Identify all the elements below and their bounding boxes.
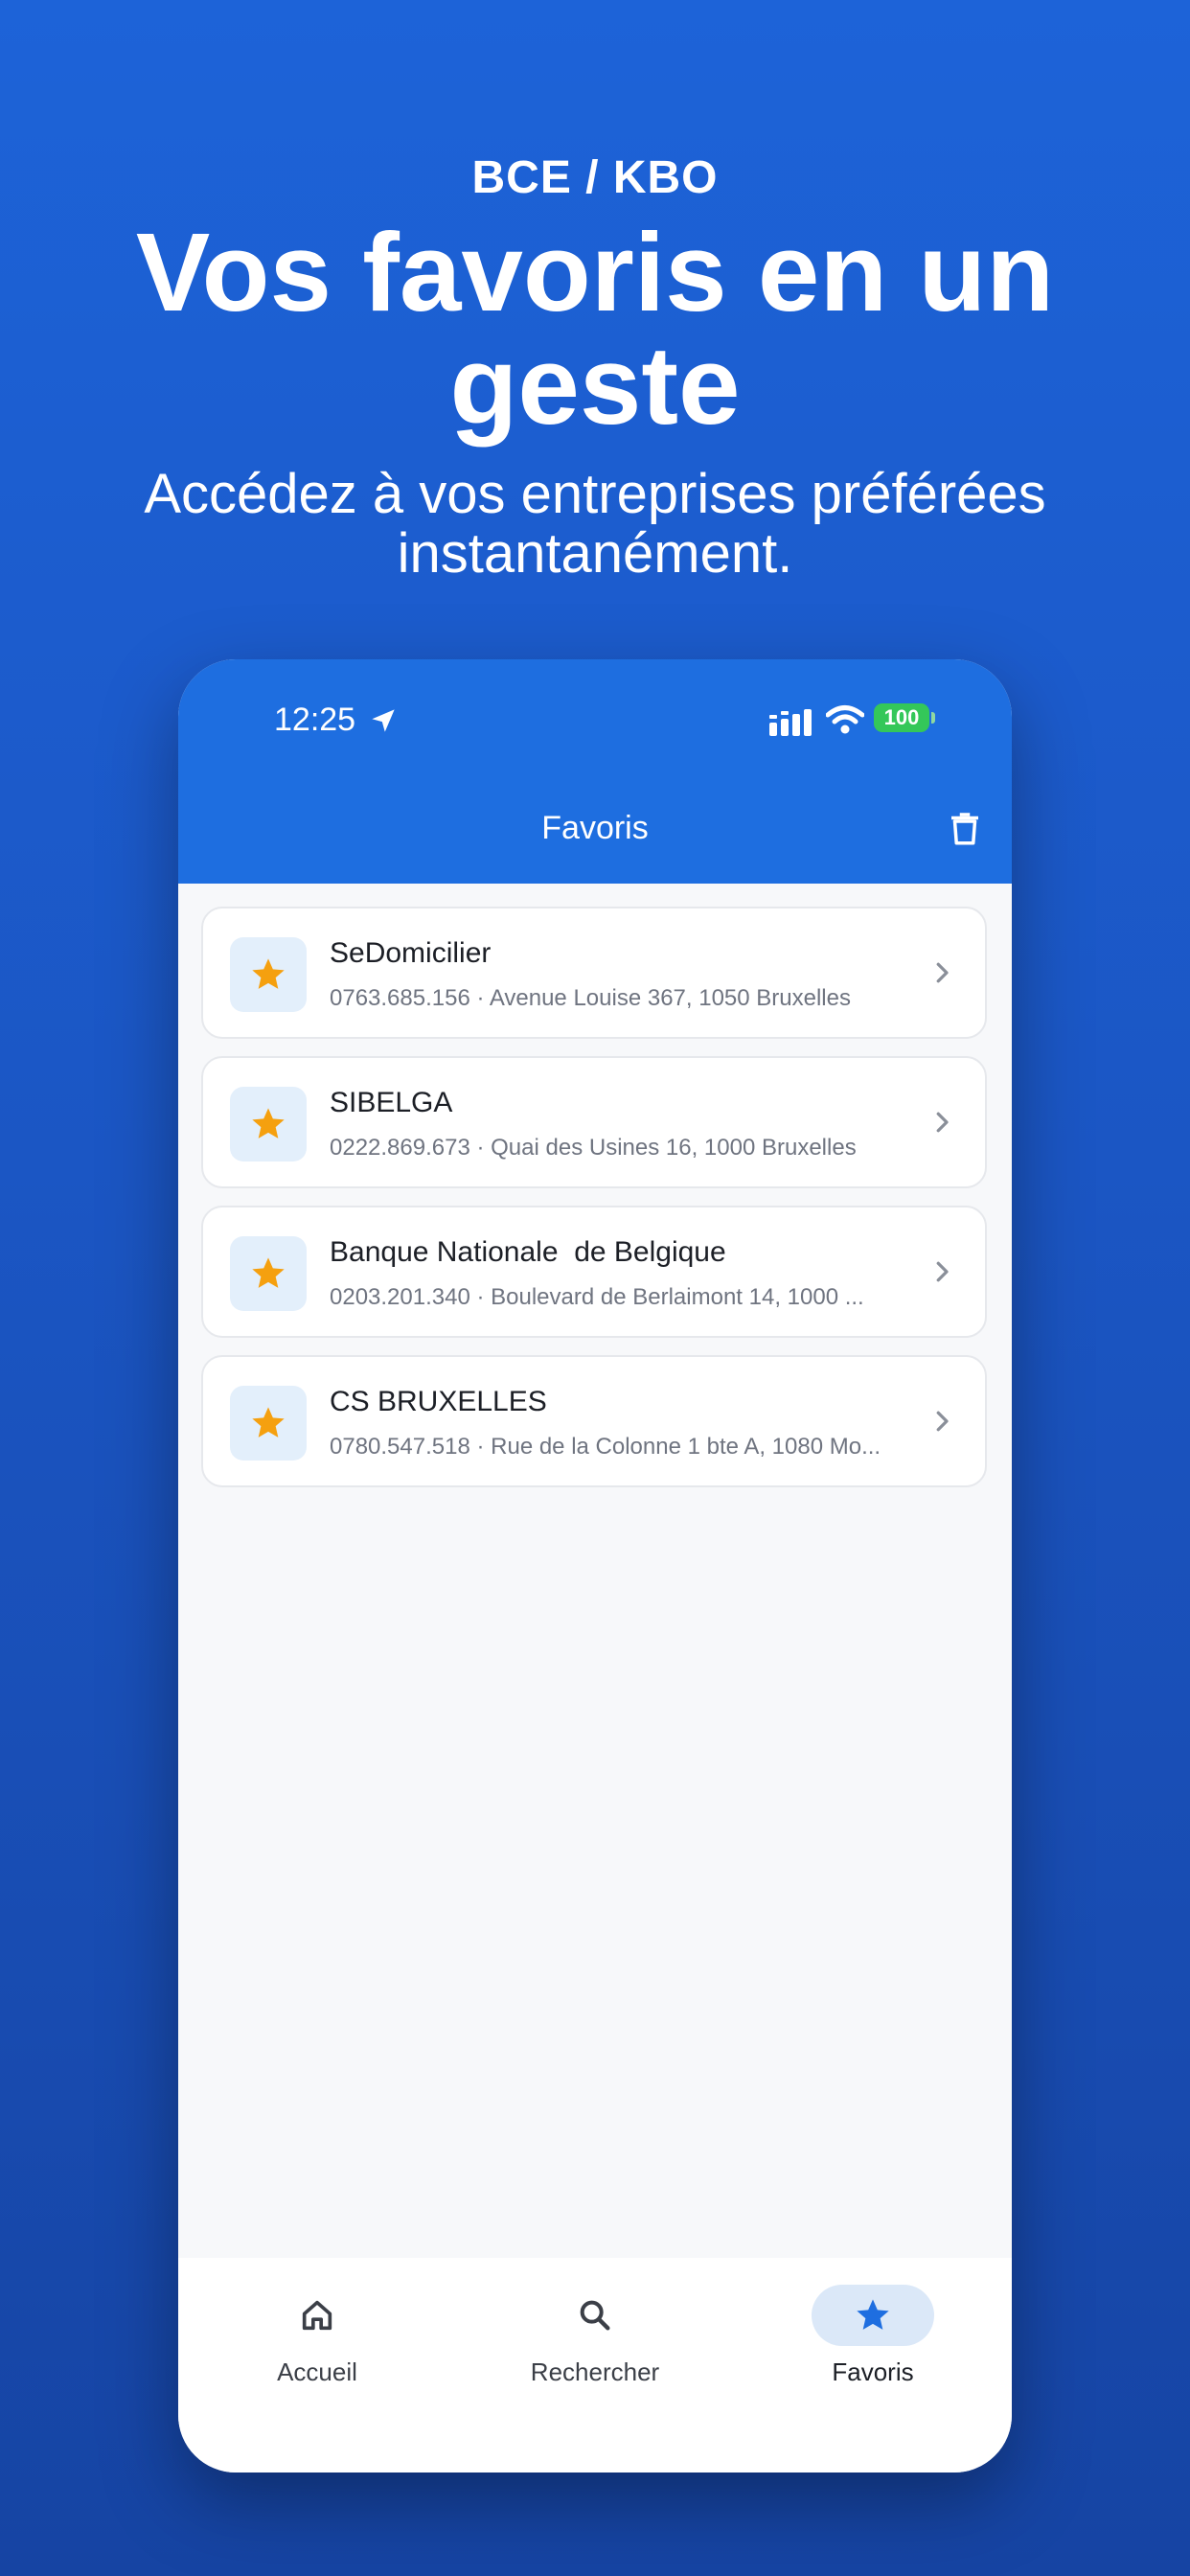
chevron-right-icon [936,1411,949,1432]
nav-label: Favoris [832,2358,914,2386]
home-icon [302,2300,332,2331]
star-icon [252,1407,285,1438]
favorite-item[interactable]: CS BRUXELLES 0780.547.518 · Rue de la Co… [201,1355,987,1487]
trash-icon[interactable] [945,808,985,848]
star-icon [252,1108,285,1138]
location-arrow-icon [372,709,395,732]
nav-label: Rechercher [530,2358,660,2386]
hero-title: Vos favoris en un geste [135,210,1055,448]
app-bar: 12:25 100 Favoris [178,659,1012,884]
nav-icon-container [256,2285,378,2346]
favorite-tile [230,1386,307,1460]
search-icon [580,2300,610,2331]
chevron-right-icon [936,1112,949,1133]
star-icon [252,958,285,989]
company-details: 0222.869.673 · Quai des Usines 16, 1000 … [330,1135,857,1161]
nav-icon-container [812,2285,934,2346]
company-name: Banque Nationale de Belgique [330,1236,726,1268]
nav-tab-favoris[interactable]: Favoris [777,2285,969,2387]
company-name: SIBELGA [330,1087,453,1118]
favorite-item[interactable]: SIBELGA 0222.869.673 · Quai des Usines 1… [201,1056,987,1188]
favorite-item[interactable]: SeDomicilier 0763.685.156 · Avenue Louis… [201,907,987,1039]
hero-subtitle: Accédez à vos entreprises préférées inst… [144,463,1046,585]
company-details: 0763.685.156 · Avenue Louise 367, 1050 B… [330,985,851,1011]
star-icon [857,2299,889,2330]
favorites-list: SeDomicilier 0763.685.156 · Avenue Louis… [201,907,987,1505]
battery-tip [931,712,935,724]
favorite-tile [230,937,307,1012]
favorite-tile [230,1087,307,1162]
nav-tab-rechercher[interactable]: Rechercher [499,2285,691,2387]
status-time: 12:25 [274,702,356,738]
bottom-navigation: Accueil Rechercher Favoris [178,2258,1012,2472]
company-name: SeDomicilier [330,937,492,969]
star-icon [252,1257,285,1288]
nav-icon-container [534,2285,656,2346]
company-details: 0203.201.340 · Boulevard de Berlaimont 1… [330,1284,864,1310]
company-name: CS BRUXELLES [330,1386,547,1417]
nav-tab-accueil[interactable]: Accueil [221,2285,413,2387]
battery-indicator: 100 [874,703,929,732]
nav-label: Accueil [277,2358,357,2386]
page-title: Favoris [541,810,649,846]
phone-screen: 12:25 100 Favoris SeDomicilier 0763.685.… [178,659,1012,2472]
wifi-icon [826,705,864,734]
hero-kicker: BCE / KBO [471,152,719,203]
favorite-tile [230,1236,307,1311]
chevron-right-icon [936,962,949,983]
chevron-right-icon [936,1261,949,1282]
signal-icon [769,709,812,736]
company-details: 0780.547.518 · Rue de la Colonne 1 bte A… [330,1434,881,1460]
favorite-item[interactable]: Banque Nationale de Belgique 0203.201.34… [201,1206,987,1338]
